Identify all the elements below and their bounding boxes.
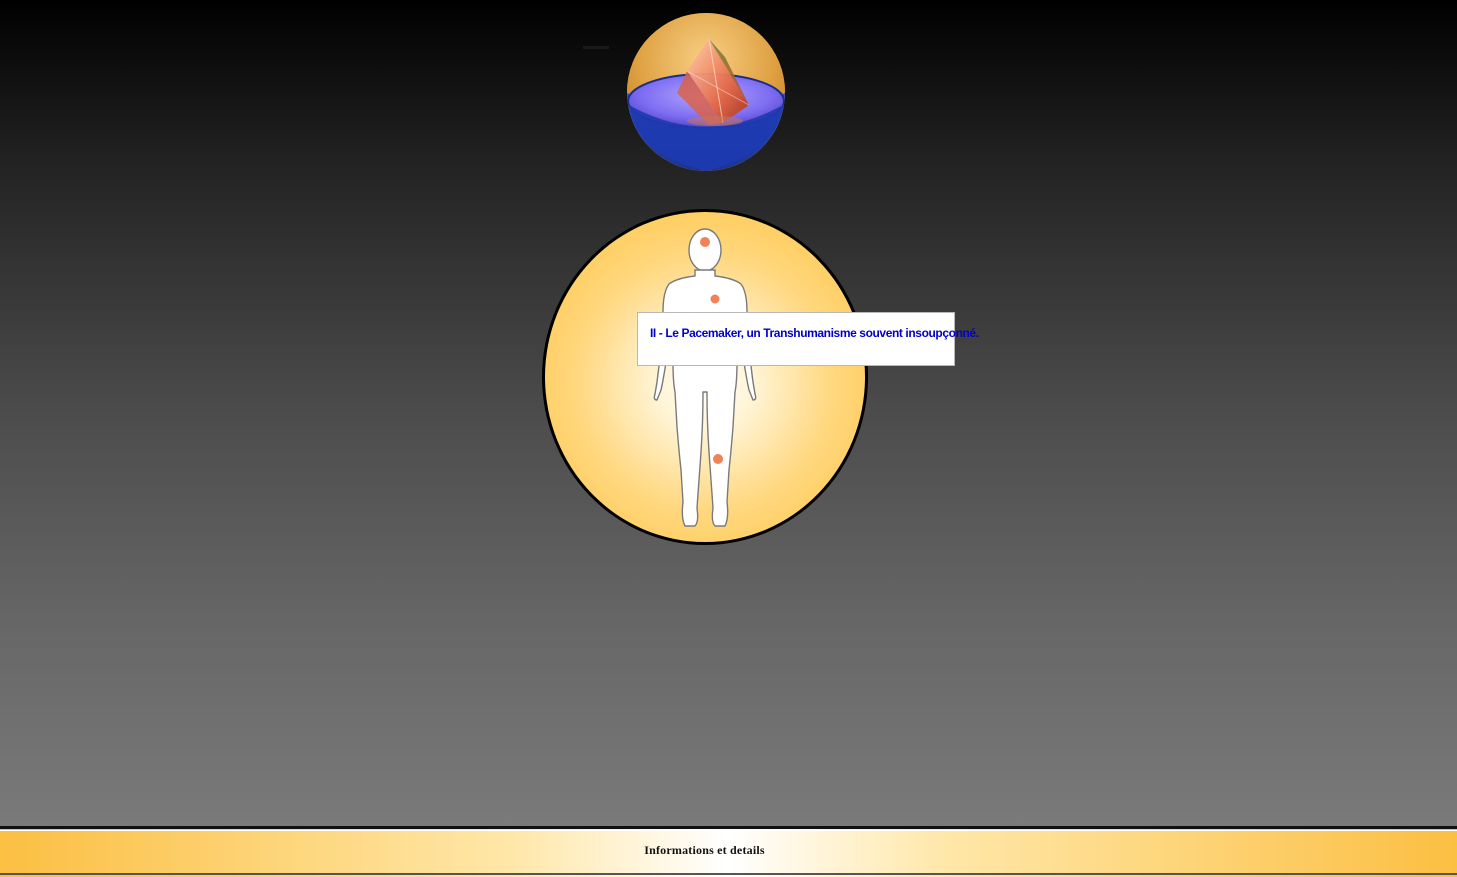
- marker-chest: [710, 294, 720, 304]
- decorative-mark: [583, 37, 609, 49]
- prism-in-bowl-icon: [627, 13, 785, 171]
- human-body-silhouette-icon: [653, 228, 757, 527]
- popup-title-link[interactable]: II - Le Pacemaker, un Transhumanisme sou…: [650, 326, 979, 340]
- marker-head: [700, 237, 710, 247]
- info-popup: II - Le Pacemaker, un Transhumanisme sou…: [637, 312, 979, 366]
- footer-bar: Informations et details: [0, 826, 1457, 877]
- site-logo[interactable]: [627, 13, 785, 171]
- marker-knee: [713, 454, 723, 464]
- body-map[interactable]: [542, 209, 868, 545]
- informations-link[interactable]: Informations et details: [0, 843, 1409, 858]
